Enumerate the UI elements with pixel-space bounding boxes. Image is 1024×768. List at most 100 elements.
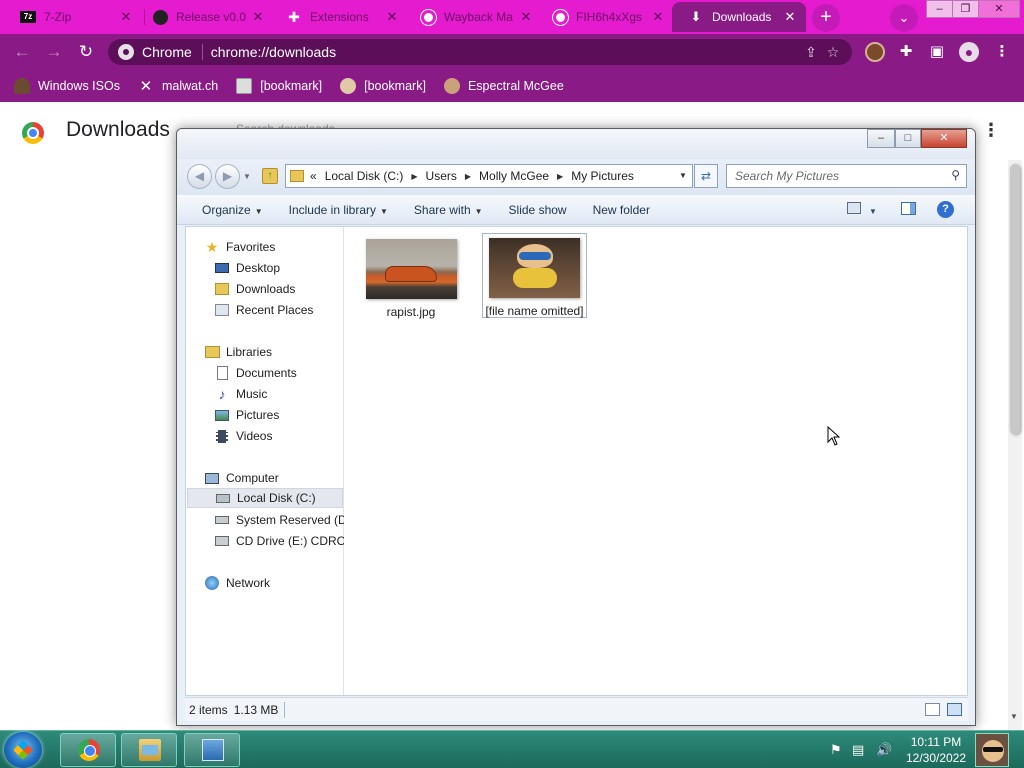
breadcrumb-users[interactable]: Users xyxy=(426,169,457,183)
tab-7zip[interactable]: 7z 7-Zip ✕ xyxy=(4,2,142,32)
breadcrumb-arrow-icon[interactable]: ▶ xyxy=(465,172,471,181)
explorer-maximize-button[interactable]: □ xyxy=(895,129,921,148)
close-icon[interactable]: ✕ xyxy=(384,9,400,25)
tab-search-button[interactable]: ⌄ xyxy=(890,4,918,32)
window-caption[interactable]: – □ ✕ xyxy=(177,129,975,159)
explorer-minimize-button[interactable]: – xyxy=(867,129,895,148)
breadcrumb-arrow-icon[interactable]: ▶ xyxy=(411,172,417,181)
search-icon[interactable]: ⚲ xyxy=(951,168,960,182)
nav-network[interactable]: Network xyxy=(204,573,270,593)
tab-wayback[interactable]: Wayback Ma ✕ xyxy=(404,2,542,32)
bookmark-4[interactable]: [bookmark] xyxy=(340,78,426,94)
nav-computer[interactable]: Computer xyxy=(204,468,279,488)
organize-menu[interactable]: Organize ▼ xyxy=(202,203,263,217)
tab-downloads[interactable]: ⬇ Downloads ✕ xyxy=(672,2,806,32)
profile-icon[interactable]: ● xyxy=(959,42,979,62)
breadcrumb-arrow-icon[interactable]: ▶ xyxy=(557,172,563,181)
details-view-icon[interactable] xyxy=(925,703,940,716)
forward-button[interactable]: → xyxy=(42,40,66,64)
taskbar-control-panel[interactable] xyxy=(184,733,240,767)
close-icon[interactable]: ✕ xyxy=(118,9,134,25)
user-avatar-tray-icon[interactable] xyxy=(975,733,1009,767)
nav-libraries[interactable]: Libraries xyxy=(204,342,272,362)
new-tab-button[interactable]: + xyxy=(812,4,840,32)
clock[interactable]: 10:11 PM 12/30/2022 xyxy=(896,734,976,766)
extensions-puzzle-icon[interactable]: ✚ xyxy=(896,42,916,62)
bookmark-windows-isos[interactable]: Windows ISOs xyxy=(14,78,120,94)
explorer-close-button[interactable]: ✕ xyxy=(921,129,967,148)
nav-system-reserved[interactable]: System Reserved (D:) xyxy=(214,510,344,530)
back-button[interactable]: ← xyxy=(10,40,34,64)
close-icon[interactable]: ✕ xyxy=(518,9,534,25)
explorer-back-button[interactable]: ◀ xyxy=(187,164,212,189)
downloads-menu-icon[interactable]: ⋮ xyxy=(982,120,1000,141)
recent-pages-dropdown-icon[interactable]: ▼ xyxy=(243,172,251,181)
volume-icon[interactable]: 🔊 xyxy=(876,731,892,768)
bookmark-malwatch[interactable]: ✕ malwat.ch xyxy=(138,78,219,95)
nav-music[interactable]: ♪ Music xyxy=(214,384,268,404)
change-view-button[interactable]: ▼ xyxy=(847,202,877,217)
breadcrumb-local-disk[interactable]: Local Disk (C:) xyxy=(325,169,404,183)
start-button[interactable] xyxy=(4,732,42,768)
forward-arrow-icon: ▶ xyxy=(222,169,233,183)
url-text[interactable]: chrome://downloads xyxy=(203,44,800,60)
nav-videos[interactable]: Videos xyxy=(214,426,272,446)
bookmark-star-icon[interactable]: ☆ xyxy=(822,44,844,61)
taskbar-windows-explorer[interactable] xyxy=(121,733,177,767)
nav-label: Videos xyxy=(236,429,273,443)
nav-favorites[interactable]: ★ Favorites xyxy=(204,237,276,257)
large-icons-view-icon[interactable] xyxy=(947,703,962,716)
minimize-button[interactable]: – xyxy=(926,0,953,18)
scroll-down-arrow-icon[interactable]: ▼ xyxy=(1010,712,1018,721)
site-chip[interactable]: Chrome xyxy=(108,44,203,60)
taskbar-chrome[interactable] xyxy=(60,733,116,767)
bookmark-3[interactable]: [bookmark] xyxy=(236,78,322,94)
chrome-toolbar: ← → ↻ Chrome chrome://downloads ⇪ ☆ ✚ ▣ … xyxy=(0,34,1024,70)
tab-extensions[interactable]: ✚ Extensions ✕ xyxy=(270,2,408,32)
maximize-button[interactable]: ❐ xyxy=(952,0,979,18)
breadcrumb-overflow[interactable]: « xyxy=(310,169,317,183)
nav-documents[interactable]: Documents xyxy=(214,363,297,383)
chrome-menu-icon[interactable]: ⋮ xyxy=(992,42,1012,62)
nav-recent-places[interactable]: Recent Places xyxy=(214,300,313,320)
share-icon[interactable]: ⇪ xyxy=(800,44,822,61)
close-icon[interactable]: ✕ xyxy=(250,9,266,25)
close-icon[interactable]: ✕ xyxy=(650,9,666,25)
new-folder-button[interactable]: New folder xyxy=(593,203,650,217)
slide-show-button[interactable]: Slide show xyxy=(509,203,567,217)
help-icon[interactable]: ? xyxy=(937,201,954,218)
nav-local-disk-c[interactable]: Local Disk (C:) xyxy=(187,488,343,508)
address-dropdown-icon[interactable]: ▼ xyxy=(676,165,690,187)
page-scrollbar[interactable] xyxy=(1008,160,1022,730)
close-window-button[interactable]: ✕ xyxy=(978,0,1020,18)
action-center-flag-icon[interactable]: ⚑ xyxy=(830,731,842,768)
bookmark-espectral[interactable]: Espectral McGee xyxy=(443,78,564,94)
include-in-library-menu[interactable]: Include in library ▼ xyxy=(289,203,388,217)
explorer-search-input[interactable]: Search My Pictures ⚲ xyxy=(726,164,967,188)
nav-cd-drive[interactable]: CD Drive (E:) CDROM xyxy=(214,531,344,551)
file-list-pane[interactable]: rapist.jpg [file name omitted] xyxy=(345,227,967,695)
address-bar[interactable]: Chrome chrome://downloads ⇪ ☆ xyxy=(108,39,852,65)
nav-desktop[interactable]: Desktop xyxy=(214,258,280,278)
explorer-forward-button[interactable]: ▶ xyxy=(215,164,240,189)
preview-pane-icon[interactable] xyxy=(901,202,916,215)
close-icon[interactable]: ✕ xyxy=(782,9,798,25)
file-item[interactable]: rapist.jpg xyxy=(359,235,463,319)
explorer-address-bar[interactable]: « Local Disk (C:) ▶ Users ▶ Molly McGee … xyxy=(285,164,693,188)
minimize-icon: – xyxy=(936,3,943,15)
nav-downloads[interactable]: Downloads xyxy=(214,279,295,299)
nav-pictures[interactable]: Pictures xyxy=(214,405,279,425)
tab-fih6h4[interactable]: FIH6h4xXgs ✕ xyxy=(536,2,674,32)
up-folder-icon[interactable]: ↑ xyxy=(262,168,278,184)
extension-avatar-icon[interactable] xyxy=(865,42,885,62)
scrollbar-thumb[interactable] xyxy=(1010,164,1020,434)
breadcrumb-user[interactable]: Molly McGee xyxy=(479,169,549,183)
share-with-menu[interactable]: Share with ▼ xyxy=(414,203,483,217)
tab-release[interactable]: Release v0.0 ✕ xyxy=(136,2,274,32)
network-tray-icon[interactable]: ▤ xyxy=(852,731,864,768)
reload-button[interactable]: ↻ xyxy=(74,40,98,64)
refresh-icon[interactable]: ⇄ xyxy=(694,164,718,188)
breadcrumb-my-pictures[interactable]: My Pictures xyxy=(571,169,634,183)
file-item-selected[interactable]: [file name omitted] xyxy=(482,233,587,318)
side-panel-icon[interactable]: ▣ xyxy=(927,42,947,62)
